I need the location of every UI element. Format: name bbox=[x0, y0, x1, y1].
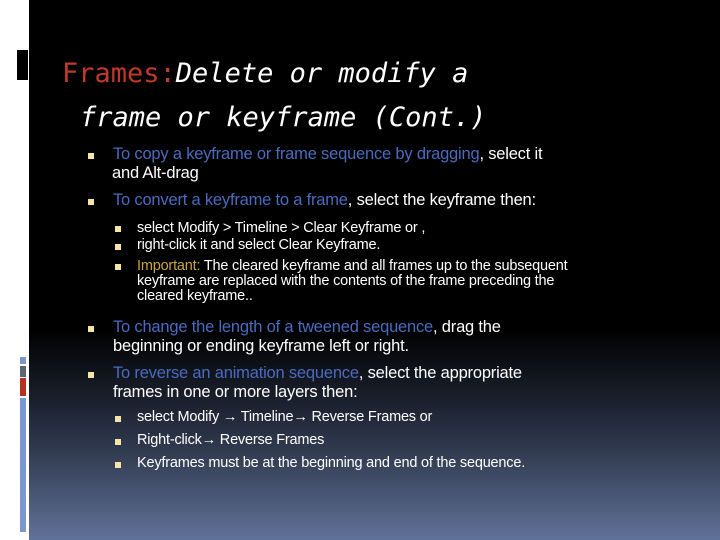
bullet-text-line2: and Alt-drag bbox=[112, 164, 199, 182]
bullet-icon bbox=[88, 199, 94, 205]
bullet-text: , select the appropriate bbox=[358, 364, 522, 382]
accent-strip-gray bbox=[20, 366, 26, 377]
bullet-change-length: To change the length of a tweened sequen… bbox=[113, 318, 501, 356]
bullet-text-line2: beginning or ending keyframe left or rig… bbox=[113, 337, 409, 355]
title-line2: frame or keyframe (Cont.) bbox=[80, 102, 487, 133]
sub-bullet: select Modify > Timeline > Clear Keyfram… bbox=[137, 220, 426, 236]
sub-bullet-icon bbox=[115, 226, 121, 232]
sub-bullet: right-click it and select Clear Keyframe… bbox=[137, 237, 381, 253]
sub-bullet-icon bbox=[115, 244, 121, 250]
bullet-highlight: To copy a keyframe or frame sequence by … bbox=[113, 145, 480, 163]
sub-bullet-icon bbox=[115, 462, 121, 468]
bullet-icon bbox=[88, 326, 94, 332]
bullet-copy: To copy a keyframe or frame sequence by … bbox=[112, 145, 543, 183]
bullet-text: , select it bbox=[479, 145, 543, 163]
sub-bullet-important: Important: The cleared keyframe and all … bbox=[137, 259, 677, 304]
bullet-highlight: To reverse an animation sequence bbox=[113, 364, 359, 382]
sub-bullet-icon bbox=[115, 264, 121, 270]
bullet-highlight: To change the length of a tweened sequen… bbox=[113, 318, 434, 336]
sub-bullet-icon bbox=[115, 416, 121, 422]
accent-strip-blue bbox=[20, 398, 26, 532]
title-rest: Delete or modify a bbox=[175, 58, 469, 89]
bullet-text-line2: frames in one or more layers then: bbox=[113, 383, 358, 401]
accent-strip-blue-top bbox=[20, 357, 26, 364]
slide-title: Frames:Delete or modify a frame or keyfr… bbox=[62, 52, 682, 140]
bullet-highlight: To convert a keyframe to a frame bbox=[113, 191, 348, 209]
important-label: Important: bbox=[137, 258, 201, 274]
important-text: The cleared keyframe and all frames up t… bbox=[200, 258, 568, 274]
important-text-line2: keyframe are replaced with the contents … bbox=[137, 273, 555, 289]
important-text-line3: cleared keyframe.. bbox=[137, 288, 253, 304]
bullet-text: , drag the bbox=[433, 318, 501, 336]
bullet-reverse: To reverse an animation sequence, select… bbox=[113, 364, 522, 402]
sub-bullet: select Modify → Timeline→ Reverse Frames… bbox=[137, 409, 433, 425]
bullet-text: , select the keyframe then: bbox=[347, 191, 536, 209]
bullet-icon bbox=[88, 153, 94, 159]
bullet-icon bbox=[88, 372, 94, 378]
sub-bullet: Keyframes must be at the beginning and e… bbox=[137, 455, 526, 471]
sub-bullet: Right-click→ Reverse Frames bbox=[137, 432, 325, 448]
sub-bullet-icon bbox=[115, 439, 121, 445]
bullet-convert: To convert a keyframe to a frame, select… bbox=[113, 191, 536, 210]
title-lead: Frames: bbox=[62, 58, 176, 89]
accent-strip-red bbox=[20, 378, 26, 396]
title-marker bbox=[17, 50, 28, 80]
